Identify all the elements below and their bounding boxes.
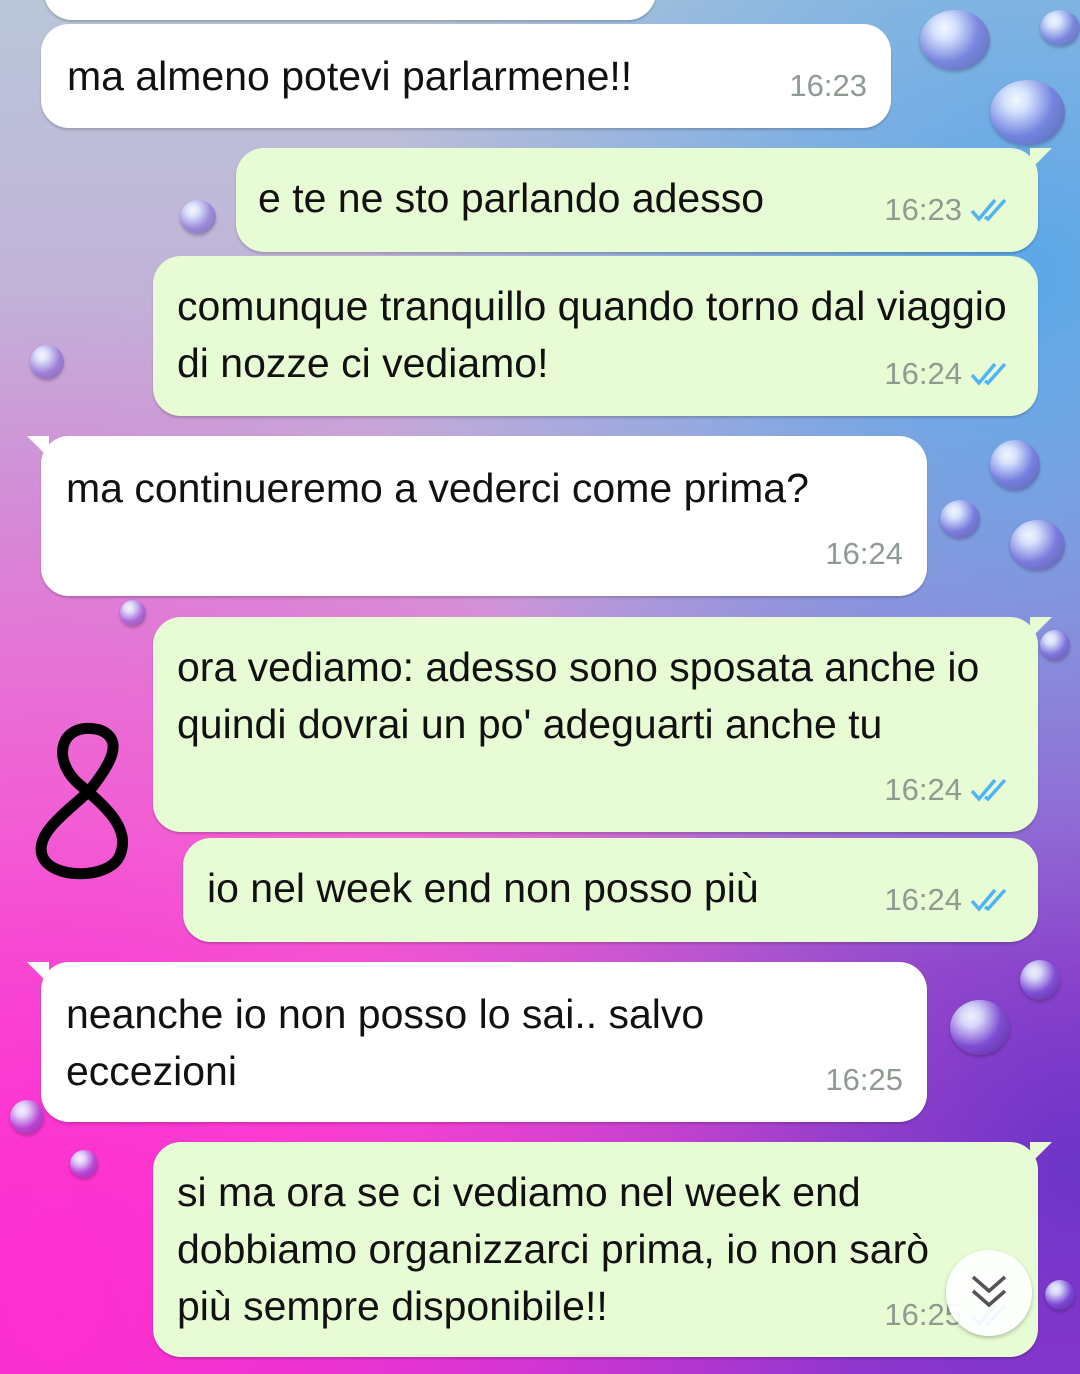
hand-drawn-eight bbox=[35, 723, 129, 880]
message-meta: 16:23 bbox=[789, 57, 867, 114]
message-bubble-outgoing[interactable]: ora vediamo: adesso sono sposata anche i… bbox=[153, 617, 1052, 832]
scroll-to-bottom-button[interactable] bbox=[946, 1250, 1032, 1336]
message-text: ora vediamo: adesso sono sposata anche i… bbox=[177, 644, 991, 747]
message-time: 16:23 bbox=[884, 192, 962, 227]
double-check-icon bbox=[970, 777, 1014, 803]
message-bubble-incoming[interactable]: ma almeno potevi parlarmene!! 16:23 bbox=[41, 24, 891, 128]
bubble-tail bbox=[1030, 1142, 1052, 1164]
message-time: 16:24 bbox=[825, 536, 903, 571]
double-check-icon bbox=[970, 361, 1014, 387]
bubble-tail bbox=[1030, 617, 1052, 639]
double-check-icon bbox=[970, 197, 1014, 223]
message-time: 16:24 bbox=[884, 772, 962, 807]
message-time: 16:25 bbox=[825, 1062, 903, 1097]
bubble-tail bbox=[1030, 148, 1052, 170]
message-meta: 16:25 bbox=[825, 1051, 903, 1108]
double-check-icon bbox=[970, 887, 1014, 913]
message-text: ma almeno potevi parlarmene!! bbox=[67, 53, 633, 99]
message-bubble-outgoing[interactable]: comunque tranquillo quando torno dal via… bbox=[153, 256, 1038, 416]
bubble-tail bbox=[27, 962, 49, 984]
message-bubble-incoming[interactable]: neanche io non posso lo sai.. salvo ecce… bbox=[27, 962, 927, 1122]
chevron-double-down-icon bbox=[967, 1271, 1011, 1316]
message-text: neanche io non posso lo sai.. salvo ecce… bbox=[66, 991, 716, 1094]
message-time: 16:24 bbox=[884, 356, 962, 391]
message-meta: 16:23 bbox=[884, 181, 1014, 238]
bubble-tail bbox=[27, 436, 49, 458]
message-time: 16:23 bbox=[789, 68, 867, 103]
message-bubble-outgoing[interactable]: si ma ora se ci vediamo nel week end dob… bbox=[153, 1142, 1052, 1357]
message-meta: 16:24 bbox=[884, 345, 1014, 402]
message-bubble-outgoing[interactable]: io nel week end non posso più 16:24 bbox=[183, 838, 1038, 942]
message-meta: 16:24 bbox=[825, 525, 903, 582]
message-meta: 16:24 bbox=[884, 871, 1014, 928]
message-text: si ma ora se ci vediamo nel week end dob… bbox=[177, 1169, 941, 1329]
message-bubble-incoming-partial[interactable] bbox=[44, 0, 656, 20]
message-time: 16:24 bbox=[884, 882, 962, 917]
message-bubble-outgoing[interactable]: e te ne sto parlando adesso 16:23 bbox=[236, 148, 1052, 252]
message-meta: 16:24 bbox=[884, 761, 1014, 818]
message-bubble-incoming[interactable]: ma continueremo a vederci come prima? 16… bbox=[27, 436, 927, 596]
message-text: ma continueremo a vederci come prima? bbox=[66, 465, 809, 511]
